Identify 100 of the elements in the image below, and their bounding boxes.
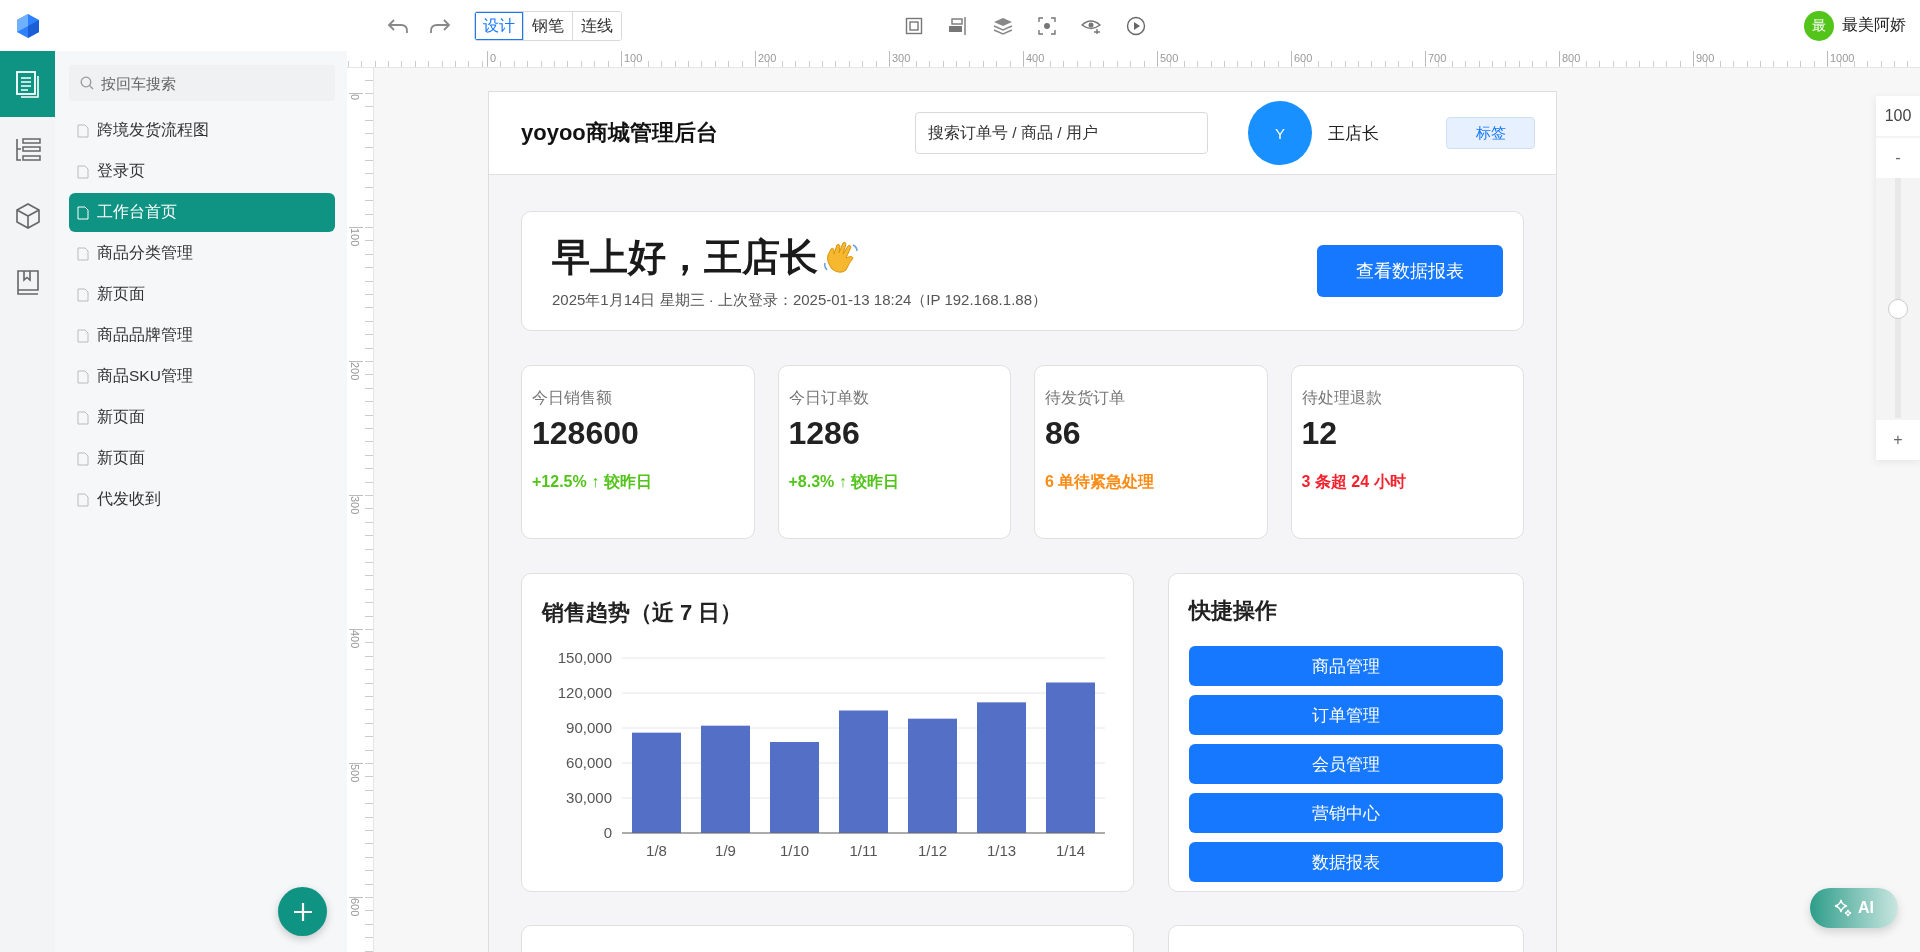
stat-value: 86 — [1045, 415, 1082, 452]
page-icon — [77, 451, 89, 466]
page-icon — [77, 369, 89, 384]
search-field[interactable]: 搜索订单号 / 商品 / 用户 — [915, 112, 1208, 154]
axis-label: 1/14 — [1055, 842, 1086, 859]
axis-label: 1/13 — [986, 842, 1017, 859]
page-icon — [77, 164, 89, 179]
axis-label: 1/11 — [849, 842, 878, 859]
ruler-label: 0 — [349, 93, 363, 124]
redo-icon[interactable] — [429, 16, 451, 35]
ruler-label: 100 — [349, 227, 363, 258]
focus-icon[interactable] — [1038, 16, 1056, 35]
stat-value: 1286 — [788, 415, 861, 452]
undo-icon[interactable] — [387, 16, 409, 35]
ruler-label: 0 — [487, 51, 497, 66]
sparkle-icon — [1834, 899, 1852, 917]
book-icon — [14, 268, 41, 296]
greeting-title: 早上好，王店长 — [552, 235, 818, 280]
align-icon[interactable] — [948, 16, 968, 35]
plus-icon — [291, 900, 314, 923]
axis-label: 90,000 — [566, 719, 612, 736]
cube-icon — [14, 202, 41, 230]
quick-action-button[interactable]: 会员管理 — [1189, 744, 1503, 784]
zoom-in-button[interactable]: + — [1876, 420, 1920, 460]
ruler-label: 800 — [1559, 51, 1581, 66]
page-icon — [77, 328, 89, 343]
page-icon — [77, 246, 89, 261]
ruler-label: 600 — [349, 897, 363, 928]
ruler-label: 300 — [889, 51, 911, 66]
axis-label: 1/10 — [779, 842, 810, 859]
play-icon[interactable] — [1126, 15, 1146, 36]
ruler-label: 1000 — [1827, 51, 1855, 66]
stat-value: 128600 — [532, 415, 640, 452]
axis-label: 60,000 — [566, 754, 612, 771]
page-item[interactable]: 登录页 — [69, 152, 335, 191]
ruler-label: 400 — [1023, 51, 1045, 66]
slider-thumb[interactable] — [1888, 299, 1908, 319]
zoom-out-button[interactable]: - — [1876, 138, 1920, 178]
tag-button[interactable]: 标签 — [1446, 117, 1535, 149]
page-item[interactable]: 工作台首页 — [69, 193, 335, 232]
overlap-squares-icon[interactable] — [905, 16, 923, 35]
tree-list-icon — [13, 137, 42, 163]
stat-note: 3 条超 24 小时 — [1301, 472, 1407, 492]
greeting-subtitle: 2025年1月14日 星期三 · 上次登录：2025-01-13 18:24（IP 192.168.1.88） — [552, 291, 1047, 310]
page-item[interactable]: 商品分类管理 — [69, 234, 335, 273]
page-item[interactable]: 商品品牌管理 — [69, 316, 335, 355]
ruler-label: 900 — [1693, 51, 1715, 66]
add-button[interactable] — [278, 887, 327, 936]
logo-icon — [16, 12, 40, 39]
ruler-label: 300 — [349, 495, 363, 526]
page-icon — [77, 410, 89, 425]
stat-label: 待发货订单 — [1045, 388, 1126, 408]
ruler-label: 500 — [1157, 51, 1179, 66]
quick-action-button[interactable]: 商品管理 — [1189, 646, 1503, 686]
ruler-label: 200 — [349, 361, 363, 392]
mode-tab[interactable]: 设计 — [475, 11, 524, 40]
page-icon — [77, 492, 89, 507]
stat-note: +8.3% ↑ 较昨日 — [788, 472, 901, 492]
axis-label: 1/12 — [917, 842, 948, 859]
page-item[interactable]: 商品SKU管理 — [69, 357, 335, 396]
ruler-label: 100 — [621, 51, 643, 66]
axis-label: 0 — [603, 824, 612, 841]
ruler-label: 500 — [349, 763, 363, 794]
ruler-label: 200 — [755, 51, 777, 66]
search-icon — [80, 76, 94, 90]
page-item[interactable]: 新页面 — [69, 439, 335, 478]
site-title: yoyoo商城管理后台 — [521, 119, 719, 147]
layers-icon[interactable] — [993, 16, 1013, 35]
page-item[interactable]: 新页面 — [69, 398, 335, 437]
page-icon — [77, 287, 89, 302]
ruler-label: 400 — [349, 629, 363, 660]
stat-label: 今日销售额 — [532, 388, 613, 408]
stat-value: 12 — [1301, 415, 1339, 452]
axis-label: 150,000 — [557, 649, 612, 666]
quick-action-button[interactable]: 营销中心 — [1189, 793, 1503, 833]
card-title: 快捷操作 — [1189, 597, 1278, 625]
axis-label: 1/9 — [715, 842, 736, 859]
zoom-value: 100 — [1876, 96, 1920, 136]
page-icon — [77, 123, 89, 138]
stat-label: 待处理退款 — [1301, 388, 1383, 408]
stat-note: +12.5% ↑ 较昨日 — [532, 472, 653, 492]
page-item[interactable]: 代发收到 — [69, 480, 335, 519]
page-item[interactable]: 新页面 — [69, 275, 335, 314]
search-field[interactable]: 按回车搜索 — [69, 65, 335, 101]
quick-action-button[interactable]: 数据报表 — [1189, 842, 1503, 882]
axis-label: 30,000 — [566, 789, 612, 806]
user-name: 最美阿娇 — [1842, 15, 1906, 35]
card-title: 销售趋势（近 7 日） — [542, 599, 744, 627]
user-avatar: Y — [1248, 101, 1312, 165]
stat-label: 今日订单数 — [788, 388, 870, 408]
page-item[interactable]: 跨境发货流程图 — [69, 111, 335, 150]
document-icon — [14, 70, 41, 98]
axis-label: 1/8 — [646, 842, 667, 859]
page-icon — [77, 205, 89, 220]
user-name: 王店长 — [1328, 122, 1379, 145]
ruler-label: 600 — [1291, 51, 1313, 66]
view-report-button[interactable]: 查看数据报表 — [1317, 245, 1503, 297]
axis-label: 120,000 — [557, 684, 612, 701]
quick-action-button[interactable]: 订单管理 — [1189, 695, 1503, 735]
ruler-label: 700 — [1425, 51, 1447, 66]
